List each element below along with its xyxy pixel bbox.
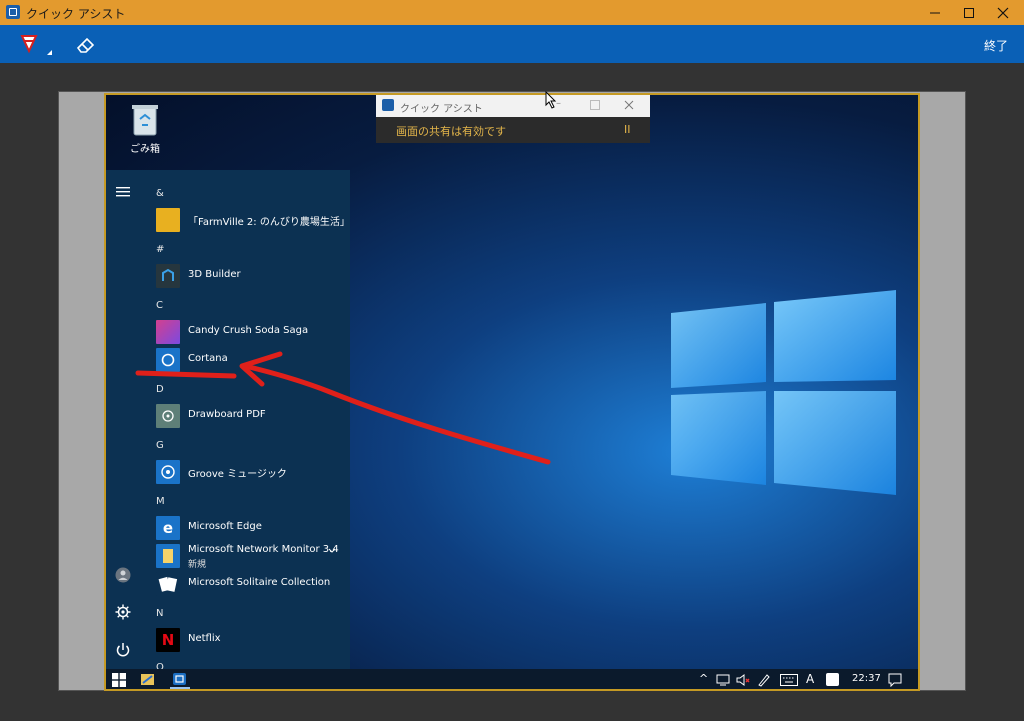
app-label: Microsoft Network Monitor 3.4 — [188, 544, 339, 555]
pen-icon — [20, 35, 52, 55]
recycle-bin-shortcut[interactable]: ごみ箱 — [120, 101, 170, 155]
app-item-edge[interactable]: e Microsoft Edge — [152, 514, 350, 542]
user-account-icon[interactable] — [115, 567, 131, 583]
quick-assist-sharing-window: クイック アシスト – 画面の共有は有効です II — [376, 95, 650, 143]
farmville-icon — [156, 208, 180, 232]
close-button[interactable] — [986, 0, 1020, 25]
sharing-window-titlebar: クイック アシスト – — [376, 95, 650, 117]
app-label: Drawboard PDF — [188, 409, 266, 420]
app-label: Netflix — [188, 633, 221, 644]
app-item-3d-builder[interactable]: 3D Builder — [152, 262, 350, 290]
mouse-cursor-icon — [545, 91, 557, 109]
power-icon[interactable] — [115, 642, 131, 658]
taskbar-app-quick-assist[interactable] — [170, 671, 190, 689]
app-item-network-monitor[interactable]: Microsoft Network Monitor 3.4 新規 — [152, 542, 350, 572]
windows-logo-wallpaper — [671, 290, 896, 495]
ime-mode-indicator[interactable]: A — [806, 672, 814, 686]
sharing-window-title: クイック アシスト — [400, 104, 483, 115]
start-menu-rail — [106, 170, 140, 669]
annotation-toolbar: 終了 — [0, 25, 1024, 63]
app-list: & 「FarmVille 2: のんびり農場生活」 # 3D Builder C… — [152, 170, 350, 673]
sharing-maximize-button[interactable] — [590, 100, 600, 110]
section-header-n: N — [156, 608, 164, 619]
app-item-netflix[interactable]: N Netflix — [152, 626, 350, 654]
eraser-button[interactable] — [72, 31, 100, 59]
app-item-farmville[interactable]: 「FarmVille 2: のんびり農場生活」 — [152, 206, 350, 234]
section-header-hash: # — [156, 244, 165, 255]
volume-muted-icon[interactable] — [736, 674, 750, 686]
app-item-solitaire[interactable]: Microsoft Solitaire Collection — [152, 570, 350, 598]
paint-app-icon — [141, 674, 154, 685]
pen-workspace-icon[interactable] — [757, 673, 771, 687]
start-menu: & 「FarmVille 2: のんびり農場生活」 # 3D Builder C… — [106, 170, 350, 673]
sharing-status-text: 画面の共有は有効です — [396, 125, 506, 138]
remote-desktop[interactable]: ごみ箱 クイック アシスト – 画面の共有は有効です II & 「FarmVil… — [104, 93, 920, 691]
recycle-bin-icon — [132, 105, 158, 136]
sharing-status-bar: 画面の共有は有効です II — [376, 117, 650, 143]
section-header-c: C — [156, 300, 163, 311]
section-header-m: M — [156, 496, 165, 507]
app-label: Groove ミュージック — [188, 469, 287, 480]
app-label: Microsoft Solitaire Collection — [188, 577, 331, 588]
app-label: 3D Builder — [188, 269, 241, 280]
taskbar: ^ A 22:37 — [106, 669, 918, 689]
quick-assist-mini-icon — [382, 99, 394, 111]
app-item-candy-crush[interactable]: Candy Crush Soda Saga — [152, 318, 350, 346]
taskbar-clock[interactable]: 22:37 — [852, 673, 881, 684]
taskbar-app-paint[interactable] — [138, 671, 158, 689]
solitaire-icon — [156, 572, 180, 596]
recycle-bin-label: ごみ箱 — [130, 144, 160, 155]
sharing-close-button[interactable] — [624, 100, 634, 110]
window-title: クイック アシスト — [26, 7, 126, 21]
hamburger-menu-icon[interactable] — [116, 186, 130, 198]
finish-button[interactable]: 終了 — [984, 37, 1008, 54]
action-center-icon[interactable] — [888, 673, 902, 687]
touch-keyboard-icon[interactable] — [780, 674, 798, 686]
app-label: Candy Crush Soda Saga — [188, 325, 309, 336]
netflix-icon: N — [156, 628, 180, 652]
pause-sharing-button[interactable]: II — [624, 123, 631, 136]
section-header-d: D — [156, 384, 164, 395]
network-monitor-icon — [156, 544, 180, 568]
new-app-badge: 新規 — [188, 560, 207, 570]
minimize-button[interactable] — [918, 0, 952, 25]
3d-builder-icon — [156, 264, 180, 288]
app-label: 「FarmVille 2: のんびり農場生活」 — [188, 217, 350, 228]
section-header-ampersand: & — [156, 188, 164, 199]
section-header-g: G — [156, 440, 164, 451]
edge-icon: e — [156, 516, 180, 540]
maximize-button[interactable] — [952, 0, 986, 25]
candy-crush-icon — [156, 320, 180, 344]
app-item-cortana[interactable]: Cortana — [152, 346, 350, 374]
annotate-pen-button[interactable] — [14, 31, 54, 59]
app-item-groove[interactable]: Groove ミュージック — [152, 458, 350, 486]
window-titlebar: クイック アシスト — [0, 0, 1024, 25]
start-button[interactable] — [112, 673, 126, 687]
app-label: Microsoft Edge — [188, 521, 262, 532]
ime-settings-icon[interactable] — [826, 673, 839, 686]
quick-assist-app-icon — [6, 5, 20, 19]
cortana-icon — [156, 348, 180, 372]
chevron-down-icon[interactable] — [328, 548, 336, 554]
quick-assist-taskbar-icon — [173, 673, 186, 685]
show-hidden-icons-button[interactable]: ^ — [699, 672, 708, 685]
settings-gear-icon[interactable] — [115, 604, 131, 620]
eraser-icon — [76, 37, 95, 53]
app-label: Cortana — [188, 353, 228, 364]
drawboard-icon — [156, 404, 180, 428]
app-item-drawboard[interactable]: Drawboard PDF — [152, 402, 350, 430]
groove-music-icon — [156, 460, 180, 484]
network-icon[interactable] — [716, 674, 730, 686]
